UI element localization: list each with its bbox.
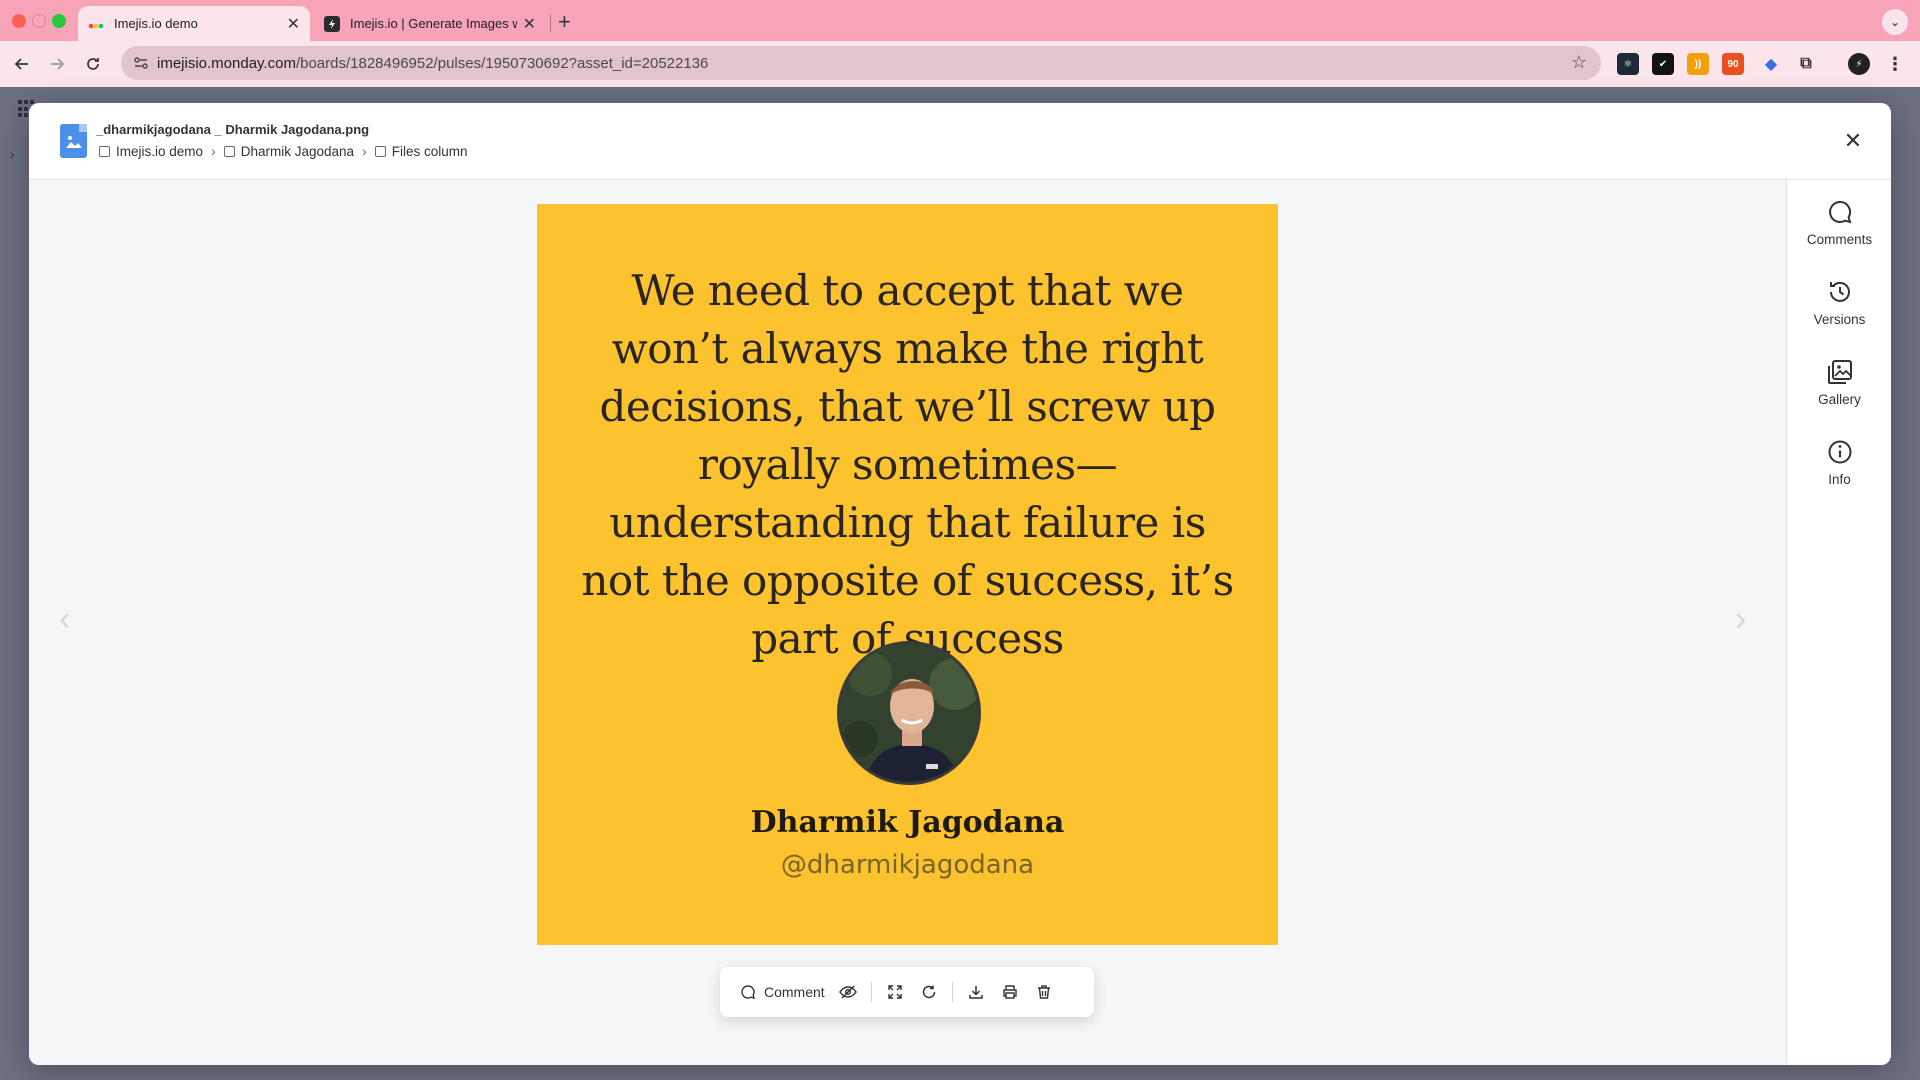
extension-react-devtools-icon[interactable]: ⚛ — [1617, 53, 1639, 75]
breadcrumb-chevron-icon: › — [362, 143, 367, 159]
tab-close-icon[interactable]: ✕ — [523, 14, 536, 34]
side-item-gallery[interactable]: Gallery — [1787, 358, 1891, 428]
tab-title: Imejis.io | Generate Images w — [350, 16, 517, 31]
browser-menu-icon[interactable]: ⋮ — [1884, 53, 1906, 75]
extension-badge-icon[interactable]: 90 — [1722, 53, 1744, 75]
side-item-info[interactable]: Info — [1787, 438, 1891, 508]
rotate-icon — [922, 985, 935, 999]
side-item-comments[interactable]: Comments — [1787, 198, 1891, 268]
image-viewer: ‹ › We need to accept that we won’t alwa… — [29, 180, 1786, 1065]
person-name: Dharmik Jagodana — [750, 805, 1065, 840]
column-icon — [374, 145, 386, 157]
quote-image: We need to accept that we won’t always m… — [537, 204, 1278, 945]
history-icon — [1829, 281, 1850, 302]
toolbar-divider — [870, 982, 872, 1002]
breadcrumb-item[interactable]: Dharmik Jagodana — [223, 144, 354, 159]
extension-tag-icon[interactable]: ◆ — [1760, 53, 1782, 75]
tab-title: Imejis.io demo — [114, 16, 198, 31]
breadcrumb-column[interactable]: Files column — [374, 144, 468, 159]
browser-tab-bar: Imejis.io demo ✕ Imejis.io | Generate Im… — [0, 0, 1920, 41]
url-path: /boards/1828496952/pulses/1950730692?ass… — [295, 54, 709, 72]
comment-icon — [741, 985, 755, 999]
extensions-puzzle-icon[interactable]: ⧉ — [1795, 53, 1817, 75]
window-close-button[interactable] — [12, 14, 26, 28]
bookmark-star-icon[interactable]: ☆ — [1571, 52, 1587, 73]
tab-close-icon[interactable]: ✕ — [287, 14, 300, 34]
sidebar-expand-chevron-icon[interactable]: › — [10, 146, 15, 162]
back-arrow-icon[interactable] — [9, 51, 35, 77]
eye-off-icon — [838, 985, 857, 999]
file-name: _dharmikjagodana _ Dharmik Jagodana.png — [96, 122, 370, 137]
image-file-icon — [60, 124, 87, 158]
imejis-logo-icon — [324, 15, 340, 32]
quote-text: We need to accept that we won’t always m… — [581, 266, 1234, 663]
extension-rss-icon[interactable]: )) — [1687, 53, 1709, 75]
window-minimize-button[interactable] — [32, 14, 46, 28]
address-bar[interactable]: imejisio.monday.com/boards/1828496952/pu… — [121, 46, 1601, 80]
file-preview-modal: _dharmikjagodana _ Dharmik Jagodana.png … — [29, 103, 1891, 1065]
gallery-icon — [1827, 360, 1852, 384]
forward-arrow-icon[interactable] — [44, 51, 70, 77]
browser-tab-imejis-demo[interactable]: Imejis.io demo ✕ — [78, 6, 310, 41]
print-icon — [1002, 985, 1017, 999]
browser-tab-imejis-generate[interactable]: Imejis.io | Generate Images w ✕ — [314, 6, 546, 41]
url-host: imejisio.monday.com — [157, 54, 296, 72]
breadcrumb-workspace[interactable]: Imejis.io demo — [99, 144, 203, 159]
avatar — [837, 641, 981, 785]
extension-badge-count: 90 — [1727, 58, 1739, 70]
new-tab-icon[interactable]: + — [558, 9, 571, 35]
profile-avatar-icon[interactable]: ⚡ — [1848, 53, 1870, 75]
download-icon — [968, 986, 983, 999]
comment-label: Comment — [764, 984, 825, 1000]
window-maximize-button[interactable] — [52, 14, 66, 28]
expand-icon — [887, 985, 902, 999]
trash-icon — [1037, 985, 1050, 999]
previous-arrow-icon[interactable]: ‹ — [59, 600, 70, 639]
browser-toolbar: imejisio.monday.com/boards/1828496952/pu… — [0, 41, 1920, 87]
rotate-button[interactable] — [912, 976, 946, 1008]
download-button[interactable] — [959, 976, 993, 1008]
side-panel: Comments Versions Gallery Info — [1786, 180, 1891, 1065]
breadcrumb: Imejis.io demo › Dharmik Jagodana › File… — [99, 143, 468, 159]
print-button[interactable] — [993, 976, 1027, 1008]
tab-separator — [550, 14, 551, 32]
comment-button[interactable]: Comment — [734, 976, 831, 1008]
breadcrumb-chevron-icon: › — [211, 143, 216, 159]
delete-button[interactable] — [1027, 976, 1061, 1008]
viewer-toolbar: Comment — [720, 967, 1094, 1017]
comment-icon — [1828, 200, 1851, 224]
fullscreen-button[interactable] — [878, 976, 912, 1008]
modal-header: _dharmikjagodana _ Dharmik Jagodana.png … — [29, 103, 1891, 180]
toolbar-divider — [951, 982, 953, 1002]
person-handle: @dharmikjagodana — [780, 850, 1035, 880]
close-icon[interactable]: ✕ — [1837, 125, 1869, 157]
site-settings-icon[interactable] — [133, 55, 149, 71]
side-item-versions[interactable]: Versions — [1787, 278, 1891, 348]
reload-icon[interactable] — [80, 51, 106, 77]
next-arrow-icon[interactable]: › — [1735, 600, 1746, 639]
extension-check-icon[interactable]: ✔ — [1652, 53, 1674, 75]
hide-comments-button[interactable] — [831, 976, 865, 1008]
monday-logo-icon — [88, 16, 104, 32]
item-icon — [223, 145, 235, 157]
board-icon — [99, 145, 110, 157]
info-icon — [1828, 440, 1851, 464]
tab-search-chevron-icon[interactable]: ⌄ — [1882, 9, 1908, 35]
